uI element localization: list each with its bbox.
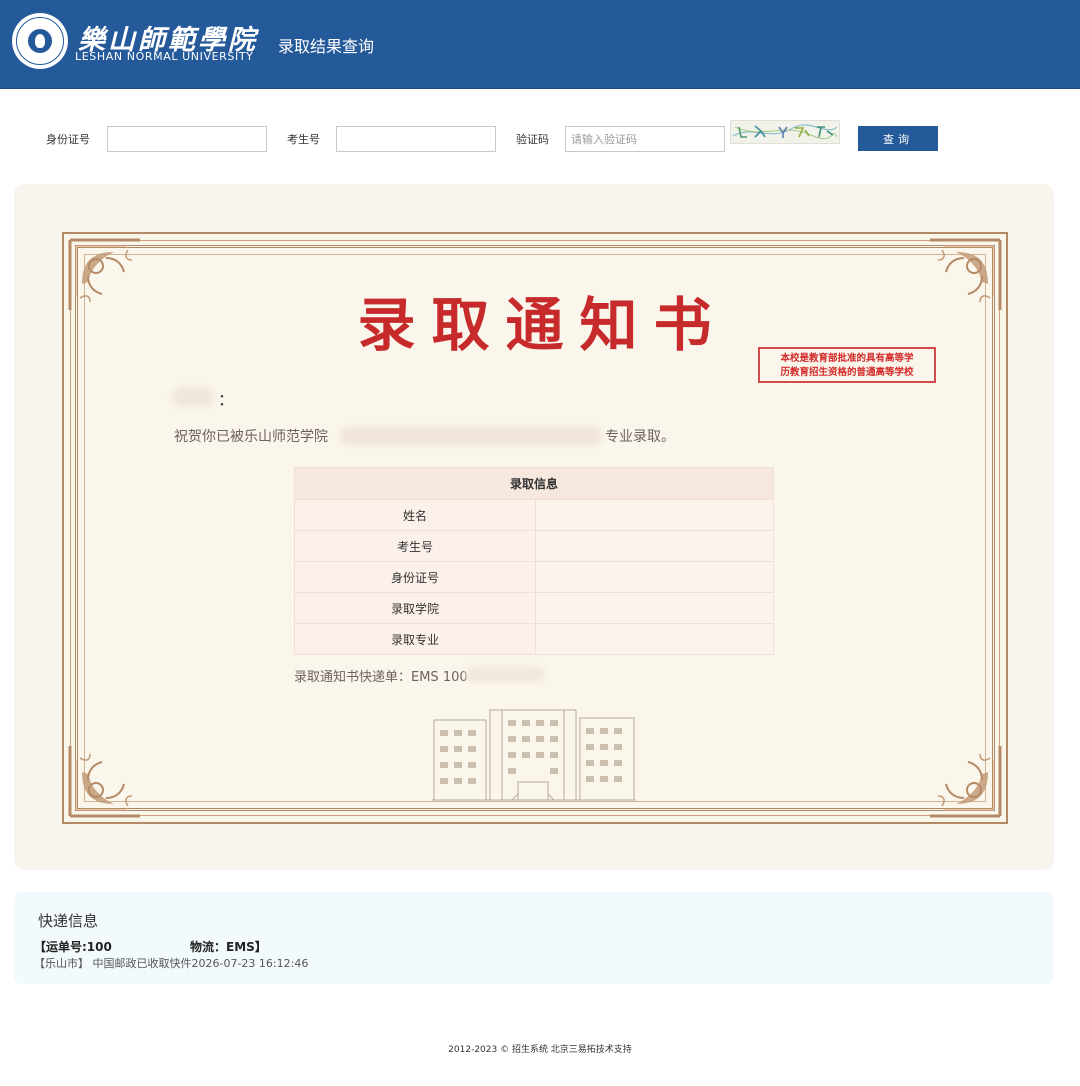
stamp-line-2: 历教育招生资格的普通高等学校 xyxy=(780,367,914,378)
table-row: 考生号 xyxy=(294,530,774,562)
id-number-label: 身份证号 xyxy=(46,133,90,146)
table-row: 录取学院 xyxy=(294,592,774,624)
tracking-number-redacted xyxy=(465,666,545,682)
row-label-college: 录取学院 xyxy=(294,592,536,624)
row-value-name xyxy=(535,499,774,531)
table-row: 姓名 xyxy=(294,499,774,531)
row-value-id-number xyxy=(535,561,774,593)
site-footer: 2012-2023 © 招生系统 北京三易拓技术支持 xyxy=(448,1045,632,1055)
row-label-major: 录取专业 xyxy=(294,623,536,655)
table-row: 录取专业 xyxy=(294,623,774,655)
page-title: 录取结果查询 xyxy=(278,37,375,56)
university-name-en: LESHAN NORMAL UNIVERSITY xyxy=(75,50,254,63)
corner-ornament-icon xyxy=(68,746,140,818)
row-value-major xyxy=(535,623,774,655)
student-name-redacted xyxy=(172,387,214,407)
accreditation-stamp: 本校是教育部批准的具有高等学 历教育招生资格的普通高等学校 xyxy=(758,347,936,383)
exam-number-input[interactable] xyxy=(336,126,496,152)
table-header: 录取信息 xyxy=(294,467,774,500)
express-tracking-line: 录取通知书快递单：EMS 100 xyxy=(294,670,468,685)
row-value-exam-number xyxy=(535,530,774,562)
certificate-title: 录取通知书 xyxy=(357,291,728,359)
university-logo-icon xyxy=(12,13,68,69)
congrats-prefix: 祝贺你已被乐山师范学院 xyxy=(174,429,328,445)
courier-carrier: 物流：EMS】 xyxy=(190,940,267,954)
query-button[interactable]: 查询 xyxy=(858,126,938,151)
table-row: 身份证号 xyxy=(294,561,774,593)
captcha-input[interactable] xyxy=(565,126,725,152)
captcha-image[interactable] xyxy=(730,120,840,144)
courier-log-entry: 【乐山市】 中国邮政已收取快件2026-07-23 16:12:46 xyxy=(34,957,309,970)
congrats-suffix: 专业录取。 xyxy=(605,429,675,445)
courier-title: 快递信息 xyxy=(38,912,99,930)
site-header: 樂山師範學院 LESHAN NORMAL UNIVERSITY 录取结果查询 xyxy=(0,0,1080,89)
row-value-college xyxy=(535,592,774,624)
captcha-label: 验证码 xyxy=(516,133,549,146)
row-label-id-number: 身份证号 xyxy=(294,561,536,593)
stamp-line-1: 本校是教育部批准的具有高等学 xyxy=(780,353,914,364)
corner-ornament-icon xyxy=(930,238,1002,310)
corner-ornament-icon xyxy=(930,746,1002,818)
exam-number-label: 考生号 xyxy=(287,133,320,146)
id-number-input[interactable] xyxy=(107,126,267,152)
campus-building-icon xyxy=(432,709,636,801)
courier-tracking-number: 【运单号:100 xyxy=(34,940,112,954)
major-name-redacted xyxy=(340,426,602,446)
name-colon: ： xyxy=(218,390,235,409)
row-label-name: 姓名 xyxy=(294,499,536,531)
admission-info-table: 录取信息 姓名 考生号 身份证号 录取学院 录取专业 xyxy=(294,467,774,655)
corner-ornament-icon xyxy=(68,238,140,310)
row-label-exam-number: 考生号 xyxy=(294,530,536,562)
